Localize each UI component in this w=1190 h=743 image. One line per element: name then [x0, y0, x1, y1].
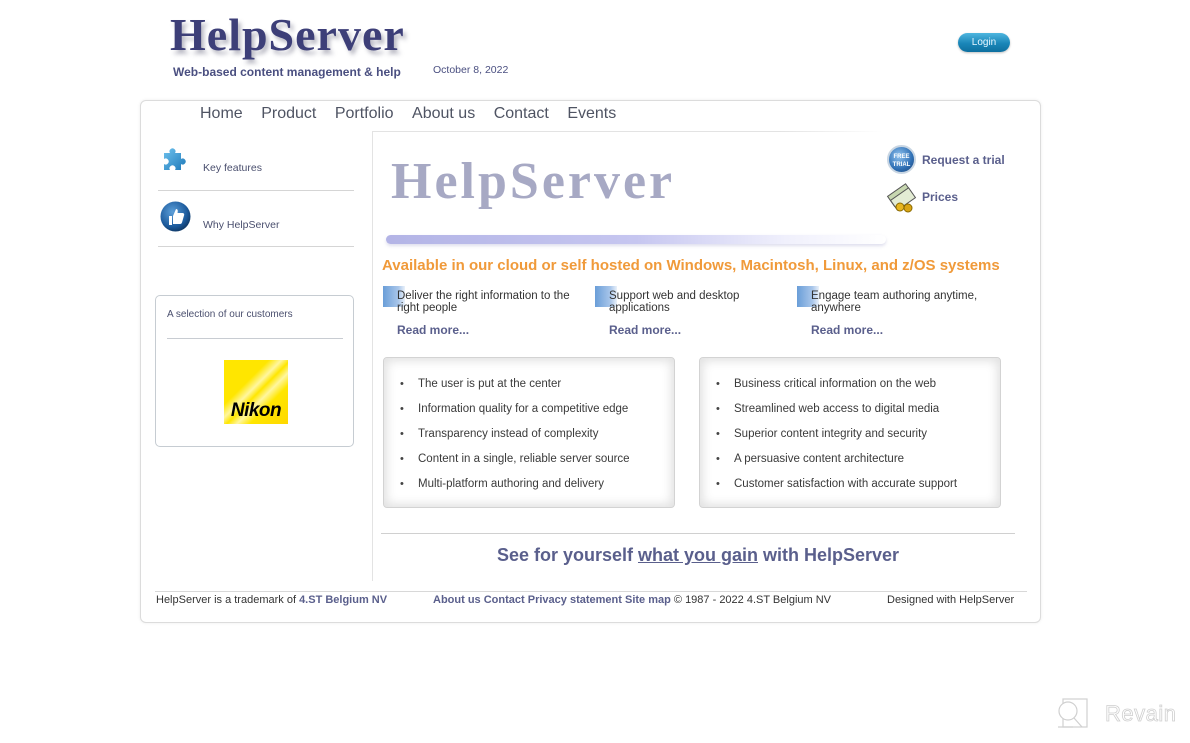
nav-events[interactable]: Events: [567, 104, 616, 124]
benefit-item: Streamlined web access to digital media: [716, 403, 957, 428]
content-divider: [381, 533, 1015, 534]
site-logo[interactable]: HelpServer: [170, 8, 405, 62]
what-you-gain-link[interactable]: what you gain: [638, 545, 758, 565]
benefit-item: Transparency instead of complexity: [400, 428, 630, 453]
content-border-top: [372, 131, 882, 132]
magnifier-logo-icon: [1055, 697, 1089, 731]
money-icon[interactable]: [886, 183, 918, 213]
puzzle-icon: [160, 145, 188, 173]
cta-text-after: with HelpServer: [758, 545, 900, 565]
footer-privacy-link[interactable]: Privacy statement: [528, 594, 622, 606]
footer-trademark: HelpServer is a trademark of 4.ST Belgiu…: [156, 594, 387, 606]
banner-logo: HelpServer: [391, 153, 676, 210]
benefit-item: Content in a single, reliable server sou…: [400, 453, 630, 478]
footer-contact-link[interactable]: Contact: [484, 594, 525, 606]
benefit-item: A persuasive content architecture: [716, 453, 957, 478]
content-border: [372, 131, 373, 581]
prices-link[interactable]: Prices: [922, 190, 958, 204]
free-trial-icon[interactable]: FREE TRIAL: [887, 145, 916, 174]
nav-contact[interactable]: Contact: [494, 104, 549, 124]
benefits-box-right: Business critical information on the web…: [699, 357, 1001, 508]
current-date: October 8, 2022: [433, 64, 509, 76]
trademark-company: 4.ST Belgium NV: [299, 594, 388, 606]
nav-portfolio[interactable]: Portfolio: [335, 104, 394, 124]
read-more-link[interactable]: Read more...: [811, 323, 883, 337]
benefits-box-left: The user is put at the center Informatio…: [383, 357, 675, 508]
benefit-item: Superior content integrity and security: [716, 428, 957, 453]
trademark-text: HelpServer is a trademark of: [156, 594, 300, 606]
benefit-item: The user is put at the center: [400, 378, 630, 403]
nav-about-us[interactable]: About us: [412, 104, 475, 124]
cta-text-before: See for yourself: [496, 545, 638, 565]
benefit-item: Business critical information on the web: [716, 378, 957, 403]
platforms-headline: Available in our cloud or self hosted on…: [382, 257, 1000, 274]
read-more-link[interactable]: Read more...: [609, 323, 681, 337]
revain-watermark: Revain: [1055, 697, 1180, 731]
footer-divider: [155, 591, 1027, 592]
nav-home[interactable]: Home: [200, 104, 243, 124]
footer-links: About us Contact Privacy statement Site …: [433, 594, 831, 606]
sidebar-item-label: Why HelpServer: [203, 219, 280, 231]
feature-text: Engage team authoring anytime, anywhere: [811, 290, 978, 314]
login-button[interactable]: Login: [958, 33, 1010, 52]
footer-designed-with: Designed with HelpServer: [887, 594, 1015, 606]
benefit-item: Customer satisfaction with accurate supp…: [716, 478, 957, 503]
sidebar-item-why-helpserver[interactable]: Why HelpServer: [158, 191, 354, 247]
nikon-logo-text: Nikon: [230, 400, 282, 421]
footer-sitemap-link[interactable]: Site map: [625, 594, 671, 606]
watermark-text: Revain: [1105, 701, 1177, 727]
cta-line: See for yourself what you gain with Help…: [381, 545, 1015, 566]
feature-text: Deliver the right information to the rig…: [397, 290, 570, 314]
customers-divider: [167, 338, 343, 339]
footer-copyright: © 1987 - 2022 4.ST Belgium NV: [673, 594, 832, 606]
footer-about-us-link[interactable]: About us: [433, 594, 481, 606]
sidebar-item-label: Key features: [203, 162, 262, 174]
customers-panel: A selection of our customers Nikon: [155, 295, 354, 447]
benefit-item: Multi-platform authoring and delivery: [400, 478, 630, 503]
benefit-item: Information quality for a competitive ed…: [400, 403, 630, 428]
site-tagline: Web-based content management & help: [173, 65, 401, 79]
request-trial-link[interactable]: Request a trial: [922, 153, 1005, 167]
banner-swoosh: [386, 235, 886, 244]
feature-text: Support web and desktop applications: [609, 290, 740, 314]
nikon-logo[interactable]: Nikon: [224, 360, 288, 424]
main-nav: Home Product Portfolio About us Contact …: [200, 104, 635, 124]
nav-product[interactable]: Product: [261, 104, 316, 124]
thumbs-up-icon: [160, 201, 191, 232]
customers-title: A selection of our customers: [167, 309, 293, 320]
read-more-link[interactable]: Read more...: [397, 323, 469, 337]
sidebar-item-key-features[interactable]: Key features: [158, 135, 354, 191]
